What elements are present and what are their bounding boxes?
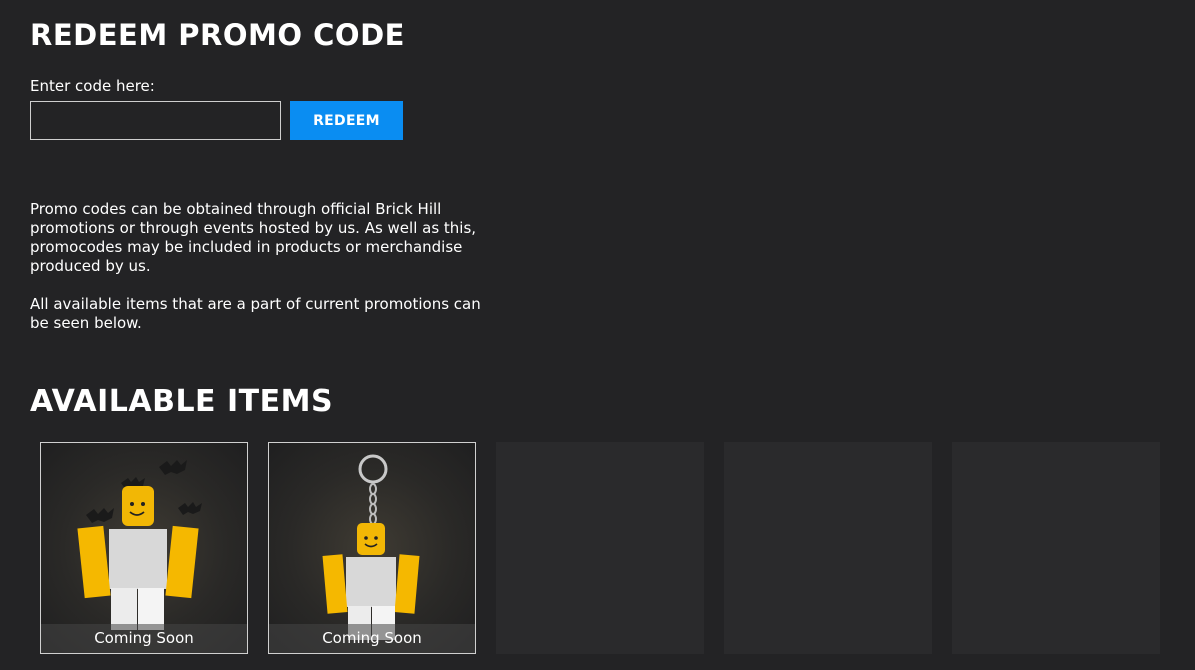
promo-items-info-text: All available items that are a part of c… bbox=[30, 295, 481, 332]
bat-character-icon bbox=[77, 460, 202, 630]
item-caption: Coming Soon bbox=[269, 624, 475, 653]
available-items-title: AVAILABLE ITEMS bbox=[30, 384, 334, 419]
item-card-keychain[interactable]: Coming Soon bbox=[268, 442, 476, 654]
item-caption: Coming Soon bbox=[41, 624, 247, 653]
code-input-label: Enter code here: bbox=[30, 77, 155, 95]
item-placeholder bbox=[952, 442, 1160, 654]
redeem-button[interactable]: REDEEM bbox=[290, 101, 403, 140]
promo-info-text: Promo codes can be obtained through offi… bbox=[30, 200, 477, 275]
page-title: REDEEM PROMO CODE bbox=[30, 18, 405, 52]
item-card-bats[interactable]: Coming Soon bbox=[40, 442, 248, 654]
item-placeholder bbox=[724, 442, 932, 654]
promo-code-input[interactable] bbox=[30, 101, 281, 140]
item-placeholder bbox=[496, 442, 704, 654]
keychain-character-icon bbox=[322, 454, 420, 640]
